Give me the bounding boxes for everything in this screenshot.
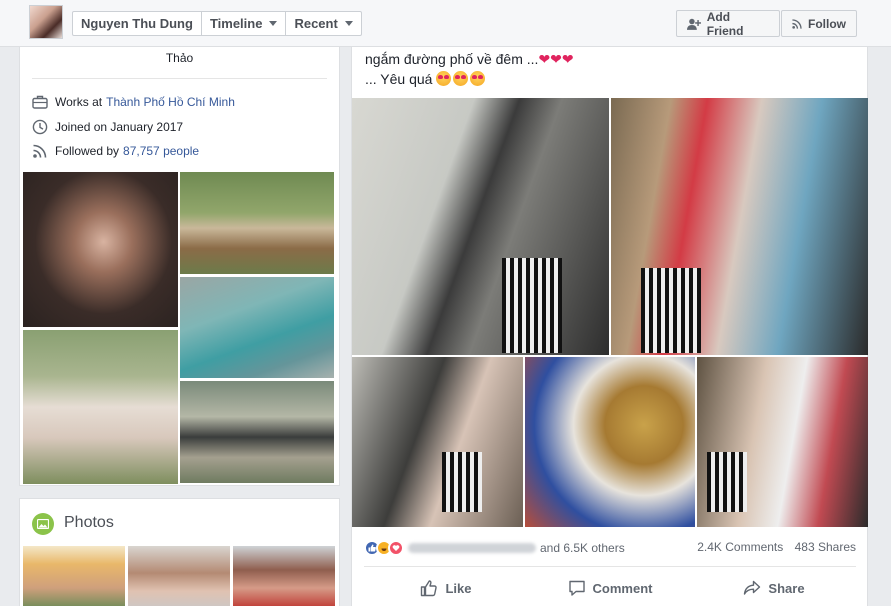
featured-photo[interactable]	[23, 172, 178, 327]
follow-button[interactable]: Follow	[781, 10, 857, 37]
heart-emoji-icon: ❤❤❤	[538, 51, 574, 67]
reactions-bar: and 6.5K others 2.4K Comments 483 Shares	[364, 537, 856, 559]
featured-photo[interactable]	[23, 330, 178, 484]
add-friend-icon	[687, 18, 701, 30]
follow-label: Follow	[808, 16, 846, 31]
followers-row: Followed by 87,757 people	[32, 143, 199, 159]
post-actions: Like Comment Share	[364, 572, 856, 604]
works-place-link[interactable]: Thành Phố Hồ Chí Minh	[106, 95, 235, 109]
share-icon	[744, 580, 761, 595]
post-counts: 2.4K Comments 483 Shares	[689, 540, 856, 554]
divider	[32, 78, 327, 79]
share-button[interactable]: Share	[692, 572, 856, 604]
photo-thumbnail[interactable]	[23, 546, 125, 606]
heart-eyes-emoji-icon	[436, 71, 452, 86]
works-prefix: Works at	[55, 95, 103, 109]
recent-label: Recent	[294, 16, 338, 31]
post-photo[interactable]	[525, 357, 695, 527]
briefcase-icon	[32, 95, 48, 109]
featured-photo[interactable]	[180, 381, 334, 483]
divider	[364, 566, 856, 567]
comment-button[interactable]: Comment	[528, 572, 692, 604]
post-line-1: ngắm đường phố về đêm ...	[365, 51, 539, 67]
post-photo[interactable]	[697, 357, 868, 527]
heart-eyes-emoji-icon	[453, 71, 469, 86]
followed-prefix: Followed by	[55, 144, 120, 158]
love-icon[interactable]	[388, 540, 404, 556]
like-button[interactable]: Like	[364, 572, 528, 604]
add-friend-label: Add Friend	[706, 9, 744, 38]
featured-photo[interactable]	[180, 172, 334, 274]
photos-title[interactable]: Photos	[64, 514, 114, 532]
photo-thumbnail[interactable]	[233, 546, 335, 606]
intro-name-tail: Thảo	[165, 51, 194, 65]
post-text-line: ... Yêu quá	[365, 71, 487, 87]
profile-name-link[interactable]: Nguyen Thu Dung	[73, 12, 202, 35]
timeline-label: Timeline	[209, 16, 263, 31]
post-text-line: ngắm đường phố về đêm ...❤❤❤	[365, 51, 574, 68]
post-photo[interactable]	[352, 357, 523, 527]
photo-thumbnail[interactable]	[128, 546, 230, 606]
share-label: Share	[768, 580, 805, 596]
photos-icon	[32, 513, 54, 535]
timeline-dropdown[interactable]: Timeline	[202, 12, 287, 35]
breadcrumb: Nguyen Thu Dung Timeline Recent	[72, 11, 362, 36]
rss-icon	[33, 144, 47, 158]
post-photo[interactable]	[352, 98, 609, 355]
comments-count[interactable]: 2.4K Comments	[697, 540, 783, 554]
chevron-down-icon	[344, 21, 353, 26]
joined-row: Joined on January 2017	[32, 119, 183, 135]
profile-avatar[interactable]	[29, 5, 63, 39]
post-photo[interactable]	[611, 98, 868, 355]
add-friend-button[interactable]: Add Friend	[676, 9, 780, 38]
profile-name: Nguyen Thu Dung	[81, 16, 193, 31]
thumbs-up-icon	[421, 580, 438, 597]
timeline-header: Nguyen Thu Dung Timeline Recent Add Frie…	[0, 0, 891, 47]
post-line-2: ... Yêu quá	[365, 71, 433, 87]
joined-text: Joined on January 2017	[55, 120, 184, 134]
comment-icon	[568, 580, 585, 596]
reactor-names-redacted	[408, 543, 536, 553]
featured-photo[interactable]	[180, 277, 334, 378]
works-at-row: Works at Thành Phố Hồ Chí Minh	[32, 95, 235, 109]
followers-link[interactable]: 87,757 people	[123, 144, 199, 158]
recent-dropdown[interactable]: Recent	[286, 12, 360, 35]
chevron-down-icon	[269, 21, 278, 26]
shares-count[interactable]: 483 Shares	[795, 540, 856, 554]
heart-eyes-emoji-icon	[470, 71, 486, 86]
rss-icon	[792, 18, 802, 29]
reactions-others[interactable]: and 6.5K others	[540, 541, 625, 555]
clock-icon	[32, 119, 48, 135]
comment-label: Comment	[592, 580, 653, 596]
like-label: Like	[445, 580, 472, 596]
